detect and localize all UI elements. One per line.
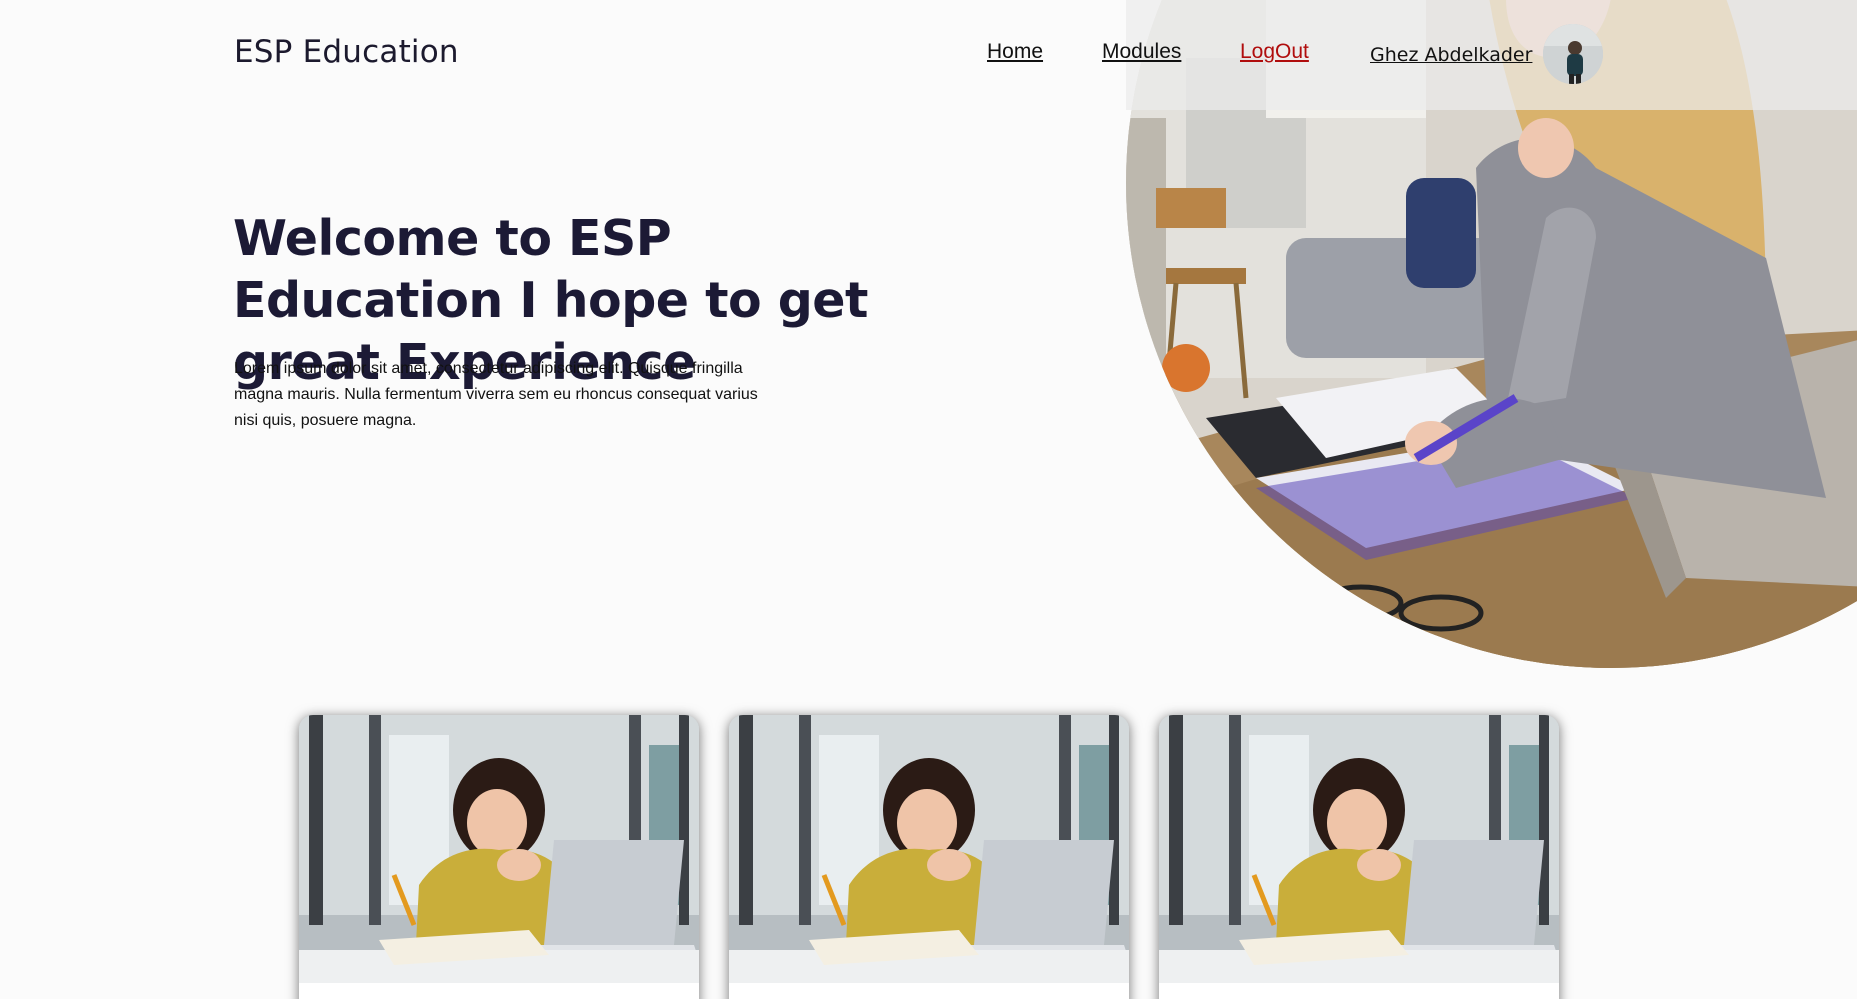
nav-link-home[interactable]: Home (987, 40, 1043, 64)
nav-link-modules[interactable]: Modules (1102, 40, 1181, 64)
hero-description: Lorem ipsum dolor sit amet, consectetur … (234, 360, 758, 429)
user-avatar[interactable] (1543, 24, 1603, 84)
nav-link-logout[interactable]: LogOut (1240, 40, 1309, 64)
student-studying-photo (729, 715, 1129, 983)
student-studying-photo (299, 715, 699, 983)
site-logo[interactable]: ESP Education (234, 34, 459, 70)
module-card[interactable] (729, 715, 1129, 999)
module-card[interactable] (1159, 715, 1559, 999)
avatar-photo-icon (1543, 24, 1603, 84)
top-navbar: ESP Education Home Modules LogOut Ghez A… (0, 0, 1857, 110)
page: ESP Education Home Modules LogOut Ghez A… (0, 0, 1857, 999)
student-studying-photo (1159, 715, 1559, 983)
module-card[interactable] (299, 715, 699, 999)
user-name-link[interactable]: Ghez Abdelkader (1370, 44, 1532, 66)
